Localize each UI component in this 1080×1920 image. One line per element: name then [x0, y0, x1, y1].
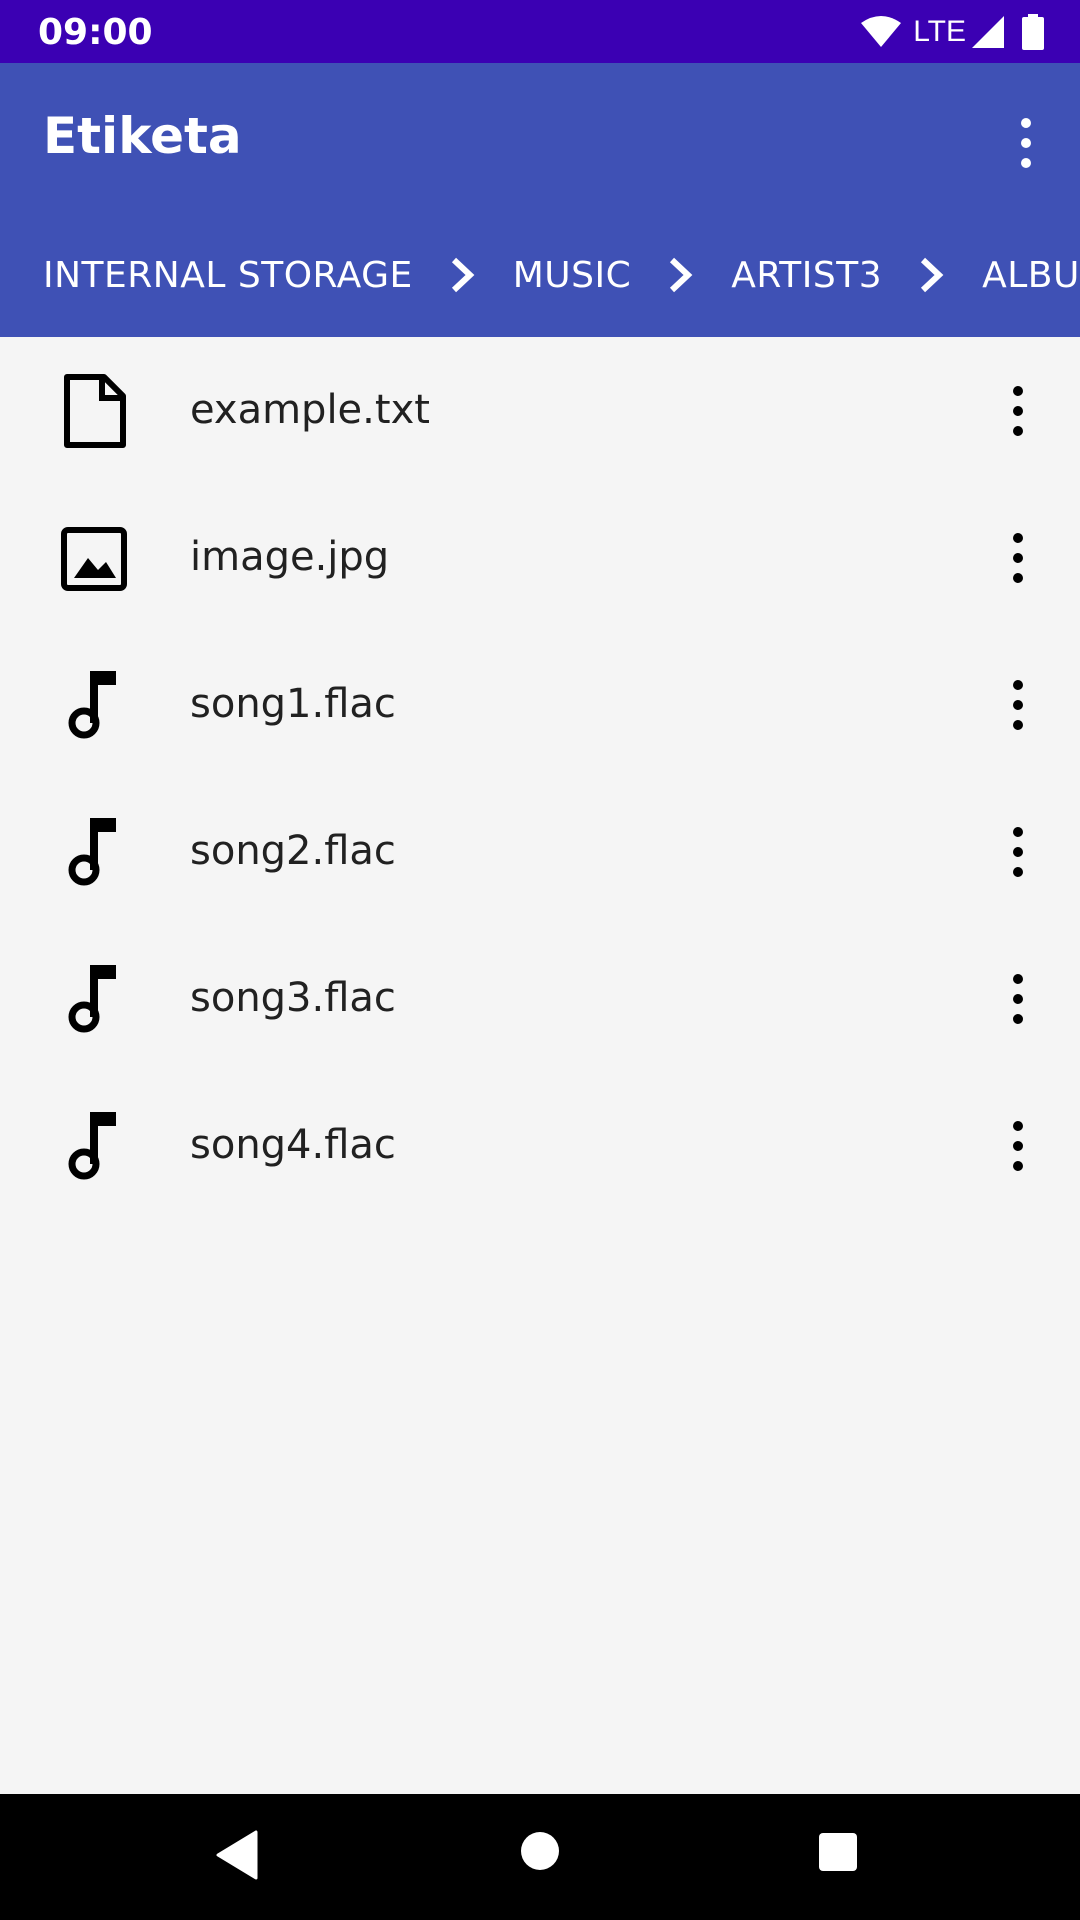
image-icon: [61, 527, 127, 591]
chevron-right-icon: [657, 251, 705, 299]
list-item[interactable]: song1.flac: [0, 631, 1080, 778]
more-vert-icon[interactable]: [1003, 381, 1033, 441]
breadcrumb-item-album[interactable]: ALBU: [982, 255, 1080, 296]
more-vert-icon[interactable]: [1003, 528, 1033, 588]
more-vert-icon[interactable]: [1003, 1116, 1033, 1176]
network-type-label: LTE: [913, 15, 966, 48]
list-item[interactable]: song3.flac: [0, 925, 1080, 1072]
music-note-icon: [68, 818, 116, 886]
more-vert-icon[interactable]: [1003, 675, 1033, 735]
back-icon[interactable]: [216, 1830, 260, 1880]
file-name: image.jpg: [190, 534, 390, 580]
file-name: song1.flac: [190, 681, 396, 727]
recents-icon[interactable]: [818, 1832, 858, 1872]
list-item[interactable]: example.txt: [0, 337, 1080, 484]
list-item[interactable]: song4.flac: [0, 1072, 1080, 1219]
chevron-right-icon: [439, 251, 487, 299]
file-name: song3.flac: [190, 975, 396, 1021]
battery-icon: [1022, 14, 1044, 50]
status-time: 09:00: [38, 12, 153, 53]
more-vert-icon[interactable]: [1014, 113, 1038, 173]
navigation-bar: [0, 1794, 1080, 1920]
signal-icon: [972, 16, 1004, 48]
music-note-icon: [68, 965, 116, 1033]
file-name: song4.flac: [190, 1122, 396, 1168]
file-name: song2.flac: [190, 828, 396, 874]
wifi-icon: [861, 16, 902, 47]
status-icons: LTE: [861, 12, 1044, 52]
chevron-right-icon: [908, 251, 956, 299]
breadcrumb-item-music[interactable]: MUSIC: [513, 255, 632, 296]
file-list: example.txt image.jpg song1.flac song2.f…: [0, 337, 1080, 1219]
file-icon: [64, 374, 126, 448]
breadcrumb: INTERNAL STORAGE MUSIC ARTIST3 ALBU: [0, 240, 1080, 310]
list-item[interactable]: image.jpg: [0, 484, 1080, 631]
file-name: example.txt: [190, 387, 430, 433]
music-note-icon: [68, 1112, 116, 1180]
more-vert-icon[interactable]: [1003, 822, 1033, 882]
list-item[interactable]: song2.flac: [0, 778, 1080, 925]
breadcrumb-item-internal-storage[interactable]: INTERNAL STORAGE: [43, 255, 413, 296]
screen: 09:00 LTE Etiketa INTERNAL STORAGE MUSIC…: [0, 0, 1080, 1920]
status-bar: 09:00 LTE: [0, 0, 1080, 63]
breadcrumb-item-artist3[interactable]: ARTIST3: [731, 255, 882, 296]
app-title: Etiketa: [43, 107, 242, 165]
more-vert-icon[interactable]: [1003, 969, 1033, 1029]
app-bar: Etiketa INTERNAL STORAGE MUSIC ARTIST3 A…: [0, 63, 1080, 337]
music-note-icon: [68, 671, 116, 739]
home-icon[interactable]: [519, 1830, 561, 1872]
